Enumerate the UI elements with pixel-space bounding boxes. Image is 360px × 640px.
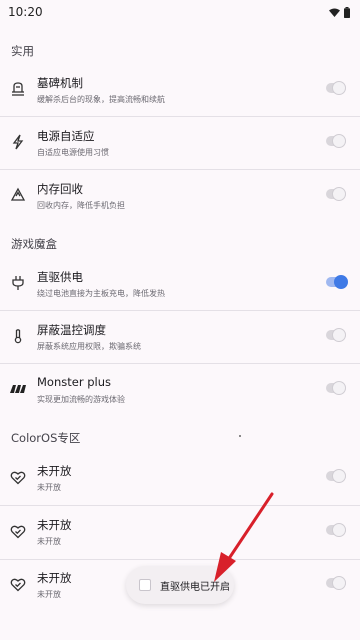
setting-row-unopened-1[interactable]: 未开放 未开放 bbox=[0, 452, 360, 504]
toggle-switch[interactable] bbox=[326, 187, 346, 201]
toggle-switch[interactable] bbox=[326, 381, 346, 395]
section-title-game-box: 游戏魔盒 bbox=[11, 237, 57, 251]
section-title-utility: 实用 bbox=[11, 44, 34, 58]
toggle-switch[interactable] bbox=[326, 523, 346, 537]
setting-desc: 回收内存，降低手机负担 bbox=[37, 201, 125, 210]
setting-row-tombstone[interactable]: 墓碑机制 缓解杀后台的现象，提高流畅和续航 bbox=[0, 64, 360, 116]
stele-icon bbox=[9, 80, 27, 98]
setting-title: Monster plus bbox=[37, 375, 111, 389]
setting-row-thermal-block[interactable]: 屏蔽温控调度 屏蔽系统应用权限，欺骗系统 bbox=[0, 311, 360, 363]
setting-title: 电源自适应 bbox=[37, 129, 95, 143]
status-time: 10:20 bbox=[8, 5, 43, 19]
wifi-icon bbox=[329, 8, 340, 17]
toggle-switch[interactable] bbox=[326, 576, 346, 590]
battery-icon bbox=[344, 6, 350, 18]
thermometer-icon bbox=[9, 327, 27, 345]
setting-row-direct-power[interactable]: 直驱供电 绕过电池直接为主板充电，降低发热 bbox=[0, 258, 360, 310]
setting-title: 屏蔽温控调度 bbox=[37, 323, 106, 337]
setting-desc: 绕过电池直接为主板充电，降低发热 bbox=[37, 289, 165, 298]
toggle-switch[interactable] bbox=[326, 328, 346, 342]
lightning-icon bbox=[9, 133, 27, 151]
setting-row-power-adaptive[interactable]: 电源自适应 自适应电源使用习惯 bbox=[0, 117, 360, 169]
setting-row-memory-recycle[interactable]: 内存回收 回收内存，降低手机负担 bbox=[0, 170, 360, 222]
setting-desc: 缓解杀后台的现象，提高流畅和续航 bbox=[37, 95, 165, 104]
setting-title: 未开放 bbox=[37, 518, 72, 532]
speck bbox=[239, 435, 241, 437]
setting-desc: 实现更加流畅的游戏体验 bbox=[37, 395, 125, 404]
toggle-switch[interactable] bbox=[326, 469, 346, 483]
setting-title: 墓碑机制 bbox=[37, 76, 83, 90]
status-bar: 10:20 bbox=[0, 0, 360, 24]
setting-title: 直驱供电 bbox=[37, 270, 83, 284]
heart-check-icon bbox=[9, 468, 27, 486]
setting-desc: 未开放 bbox=[37, 537, 61, 546]
setting-title: 未开放 bbox=[37, 464, 72, 478]
app-icon bbox=[139, 579, 151, 591]
heart-check-icon bbox=[9, 575, 27, 593]
recycle-icon bbox=[9, 186, 27, 204]
setting-desc: 自适应电源使用习惯 bbox=[37, 148, 109, 157]
setting-desc: 未开放 bbox=[37, 590, 61, 599]
plug-icon bbox=[9, 274, 27, 292]
toast-message: 直驱供电已开启 bbox=[160, 581, 230, 593]
setting-desc: 未开放 bbox=[37, 483, 61, 492]
setting-row-monster-plus[interactable]: Monster plus 实现更加流畅的游戏体验 bbox=[0, 364, 360, 416]
setting-desc: 屏蔽系统应用权限，欺骗系统 bbox=[37, 342, 141, 351]
toggle-switch[interactable] bbox=[326, 81, 346, 95]
setting-title: 未开放 bbox=[37, 571, 72, 585]
section-title-coloros: ColorOS专区 bbox=[11, 431, 81, 445]
setting-row-unopened-2[interactable]: 未开放 未开放 bbox=[0, 506, 360, 558]
toggle-switch[interactable] bbox=[326, 134, 346, 148]
toast-notification: 直驱供电已开启 bbox=[126, 566, 234, 604]
toggle-switch[interactable] bbox=[326, 275, 348, 289]
monster-logo-icon bbox=[9, 380, 27, 398]
heart-check-icon bbox=[9, 522, 27, 540]
setting-title: 内存回收 bbox=[37, 182, 83, 196]
